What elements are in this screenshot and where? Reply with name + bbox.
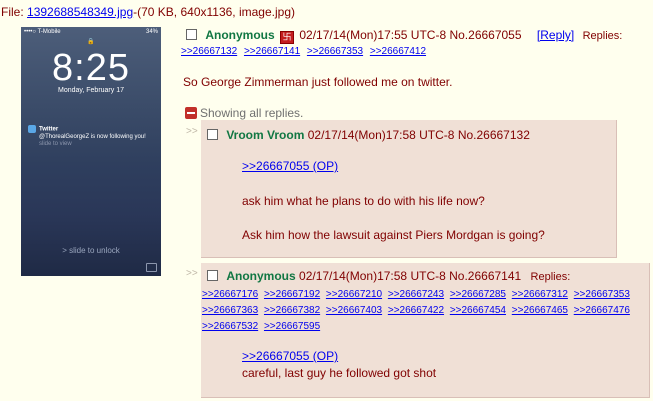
carrier-text: ••••○ T-Mobile (24, 29, 61, 35)
file-info: File: 1392688548349.jpg-(70 KB, 640x1136… (1, 5, 295, 19)
reply-button[interactable]: [Reply] (537, 28, 574, 42)
camera-icon (146, 263, 157, 272)
quote-link[interactable]: >>26667055 (OP) (242, 349, 338, 363)
op-reply-link[interactable]: >>26667412 (370, 46, 426, 57)
op-replies-label: Replies: (582, 30, 623, 42)
backlink[interactable]: >>26667243 (388, 289, 444, 300)
backlink[interactable]: >>26667363 (202, 305, 258, 316)
reply-header: Vroom Vroom 02/17/14(Mon)17:58 UTC-8 No.… (207, 128, 530, 142)
twitter-icon (28, 125, 36, 133)
phone-status-bar: ••••○ T-Mobile 34% (24, 29, 158, 35)
backlink[interactable]: >>26667532 (202, 321, 258, 332)
backlink[interactable]: >>26667422 (388, 305, 444, 316)
reply-comment-line: careful, last guy he followed got shot (242, 366, 437, 380)
reply-post: Anonymous 02/17/14(Mon)17:58 UTC-8 No.26… (201, 263, 650, 398)
op-post-number[interactable]: No.26667055 (449, 28, 521, 42)
reply-comment-line: Ask him how the lawsuit against Piers Mo… (242, 228, 545, 242)
backlink[interactable]: >>26667595 (264, 321, 320, 332)
backlink[interactable]: >>26667454 (450, 305, 506, 316)
notification-app: Twitter (39, 126, 59, 133)
op-reply-link[interactable]: >>26667353 (307, 46, 363, 57)
op-poster-name: Anonymous (205, 28, 275, 42)
reply-replies-label: Replies: (530, 271, 571, 283)
reply-select-checkbox[interactable] (207, 129, 218, 140)
slide-to-unlock: > slide to unlock (62, 246, 120, 255)
reply-arrow: >> (186, 268, 198, 279)
post-image-thumbnail[interactable]: ••••○ T-Mobile 34% 🔒 8:25 Monday, Februa… (21, 27, 161, 276)
reply-poster-name: Anonymous (226, 269, 296, 283)
reply-header: Anonymous 02/17/14(Mon)17:58 UTC-8 No.26… (207, 269, 570, 283)
file-link[interactable]: 1392688548349.jpg (27, 5, 133, 19)
op-post-header: Anonymous 卐 02/17/14(Mon)17:55 UTC-8 No.… (186, 28, 622, 44)
lockscreen-date: Monday, February 17 (57, 87, 124, 94)
op-select-checkbox[interactable] (186, 29, 197, 40)
backlink[interactable]: >>26667312 (512, 289, 568, 300)
reply-post-number[interactable]: No.26667132 (458, 128, 530, 142)
flag-icon: 卐 (280, 31, 295, 44)
backlink[interactable]: >>26667176 (202, 289, 258, 300)
reply-poster-name: Vroom Vroom (226, 128, 305, 142)
battery-text: 34% (145, 29, 158, 35)
reply-arrow: >> (186, 126, 198, 137)
reply-comment-line: ask him what he plans to do with his lif… (242, 194, 485, 208)
reply-select-checkbox[interactable] (207, 270, 218, 281)
file-meta: -(70 KB, 640x1136, image.jpg) (133, 5, 295, 19)
backlink[interactable]: >>26667353 (574, 289, 630, 300)
twitter-notification: Twitter @ThorealGeorgeZ is now following… (28, 125, 148, 148)
backlink[interactable]: >>26667382 (264, 305, 320, 316)
backlink[interactable]: >>26667476 (574, 305, 630, 316)
showing-replies-label: Showing all replies. (200, 106, 304, 120)
showing-replies-toggle[interactable]: Showing all replies. (185, 106, 303, 120)
notification-body: @ThorealGeorgeZ is now following you! (39, 133, 146, 140)
lockscreen-time: 8:25 (52, 47, 130, 89)
reply-post-number[interactable]: No.26667141 (449, 269, 521, 283)
notification-subtext: slide to view (39, 140, 72, 147)
backlink[interactable]: >>26667465 (512, 305, 568, 316)
op-reply-link[interactable]: >>26667141 (244, 46, 300, 57)
reply-post: Vroom Vroom 02/17/14(Mon)17:58 UTC-8 No.… (201, 120, 617, 258)
op-reply-links: >>26667132 >>26667141 >>26667353 >>26667… (181, 46, 430, 57)
backlink[interactable]: >>26667285 (450, 289, 506, 300)
reply-datetime: 02/17/14(Mon)17:58 UTC-8 (307, 128, 455, 142)
backlink[interactable]: >>26667403 (326, 305, 382, 316)
op-reply-link[interactable]: >>26667132 (181, 46, 237, 57)
reply-backlinks: >>26667176 >>26667192 >>26667210 >>26667… (202, 287, 648, 335)
backlink[interactable]: >>26667192 (264, 289, 320, 300)
file-label: File: (1, 5, 24, 19)
op-comment: So George Zimmerman just followed me on … (183, 75, 453, 89)
quote-link[interactable]: >>26667055 (OP) (242, 159, 338, 173)
lock-icon: 🔒 (87, 39, 95, 45)
op-datetime: 02/17/14(Mon)17:55 UTC-8 (299, 28, 447, 42)
collapse-minus-icon[interactable] (185, 107, 197, 119)
backlink[interactable]: >>26667210 (326, 289, 382, 300)
reply-datetime: 02/17/14(Mon)17:58 UTC-8 (299, 269, 446, 283)
